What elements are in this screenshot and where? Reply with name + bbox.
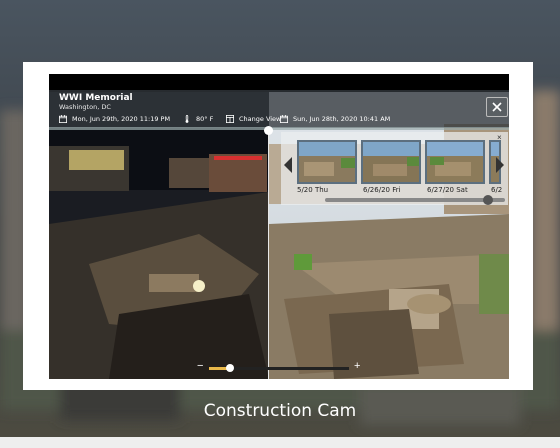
change-view-button[interactable]: Change View: [226, 115, 281, 123]
compare-divider[interactable]: [268, 130, 269, 379]
thumbnail[interactable]: [425, 140, 485, 184]
carousel-scrollbar[interactable]: [325, 198, 505, 202]
thumbnail-label: 6/2: [491, 186, 503, 194]
temperature: 80° F: [183, 115, 213, 123]
carousel-next-button[interactable]: [493, 154, 507, 176]
right-datetime-text: Sun, Jun 28th, 2020 10:41 AM: [293, 115, 391, 123]
thumbnail-carousel: 5/20 Thu 6/26/20 Fri 6/27/20 Sat 6/2 ×: [281, 132, 508, 205]
thumbnail[interactable]: [361, 140, 421, 184]
chevron-right-icon: [496, 157, 504, 173]
right-datetime[interactable]: Sun, Jun 28th, 2020 10:41 AM: [280, 115, 390, 123]
thumbnail-label: 6/26/20 Fri: [363, 186, 401, 194]
carousel-close-button[interactable]: ×: [497, 133, 502, 142]
thumbnail-label: 5/20 Thu: [297, 186, 329, 194]
page-caption: Construction Cam: [203, 401, 357, 421]
construction-cam-viewer[interactable]: WWI Memorial Washington, DC Mon, Jun 29t…: [49, 74, 509, 379]
chevron-left-icon: [284, 157, 292, 173]
camera-title: WWI Memorial: [59, 93, 133, 103]
thumbnail-image: [299, 142, 355, 182]
thumbnail[interactable]: [297, 140, 357, 184]
zoom-out-button[interactable]: −: [197, 360, 203, 372]
carousel-scrollbar-handle[interactable]: [483, 195, 493, 205]
camera-header-bar: WWI Memorial Washington, DC Mon, Jun 29t…: [49, 90, 509, 128]
thumbnail-label: 6/27/20 Sat: [427, 186, 468, 194]
calendar-icon: [280, 115, 288, 123]
close-button[interactable]: [486, 97, 508, 117]
close-icon: [492, 102, 502, 112]
temperature-text: 80° F: [196, 115, 214, 123]
layout-icon: [226, 115, 234, 123]
timeline-track[interactable]: [49, 127, 509, 130]
left-datetime-text: Mon, Jun 29th, 2020 11:19 PM: [72, 115, 171, 123]
left-datetime[interactable]: Mon, Jun 29th, 2020 11:19 PM: [59, 115, 170, 123]
calendar-icon: [59, 115, 67, 123]
thumbnail-image: [363, 142, 419, 182]
thumbnail-image: [427, 142, 483, 182]
thermometer-icon: [185, 115, 189, 123]
camera-location: Washington, DC: [59, 103, 111, 111]
carousel-prev-button[interactable]: [281, 154, 295, 176]
zoom-slider-handle[interactable]: [226, 364, 234, 372]
zoom-in-button[interactable]: +: [354, 360, 360, 372]
camera-card: WWI Memorial Washington, DC Mon, Jun 29t…: [23, 62, 533, 390]
compare-divider-handle[interactable]: [264, 126, 273, 135]
zoom-control: − +: [197, 360, 362, 375]
change-view-label: Change View: [239, 115, 282, 123]
